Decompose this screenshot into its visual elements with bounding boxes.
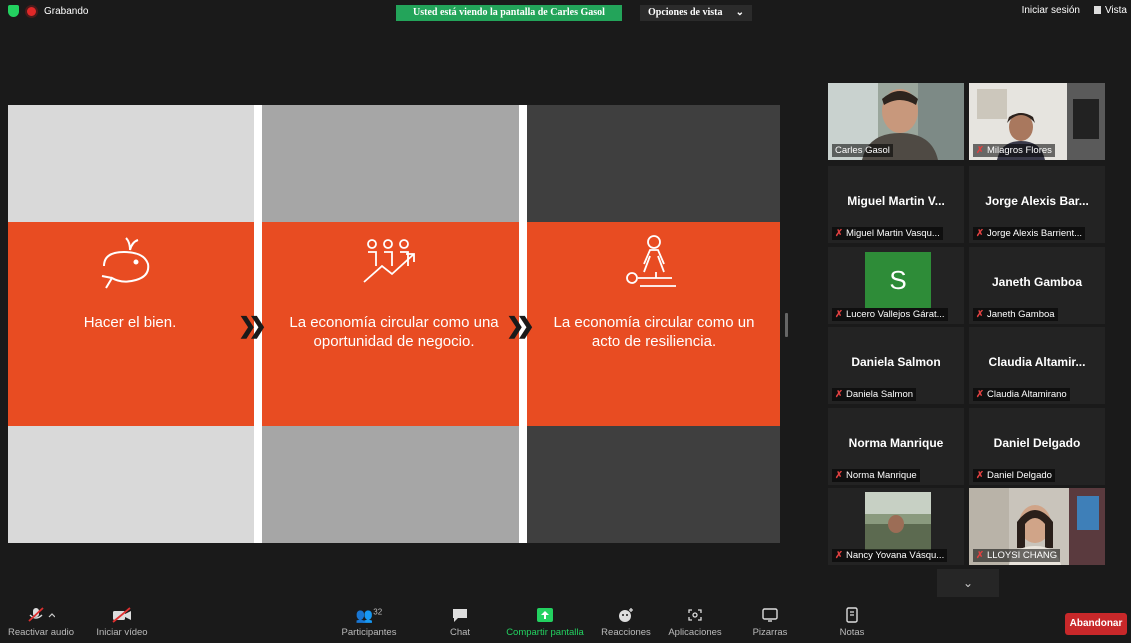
participant-display-name: Norma Manrique bbox=[848, 436, 944, 450]
notes-icon bbox=[846, 607, 858, 623]
participant-tile[interactable]: Daniela Salmon ✗ Daniela Salmon bbox=[828, 327, 964, 404]
mic-muted-icon: ✗ bbox=[835, 470, 843, 481]
gallery-scroll-down-button[interactable]: ⌄ bbox=[937, 569, 999, 597]
participant-display-name: Miguel Martin V... bbox=[847, 194, 945, 208]
participant-tile[interactable]: Daniel Delgado ✗ Daniel Delgado bbox=[969, 408, 1105, 485]
share-icon bbox=[537, 608, 553, 622]
participant-tile[interactable]: Janeth Gamboa ✗ Janeth Gamboa bbox=[969, 247, 1105, 324]
apps-button[interactable]: Aplicaciones bbox=[662, 607, 728, 638]
record-icon bbox=[27, 6, 36, 16]
mic-muted-icon: ✗ bbox=[976, 145, 984, 156]
chevron-down-icon: ⌄ bbox=[735, 7, 744, 18]
participants-label: Participantes bbox=[341, 627, 397, 638]
whiteboard-icon bbox=[762, 608, 778, 622]
participants-button[interactable]: 👥32 Participantes bbox=[334, 607, 404, 638]
grid-view-icon bbox=[1093, 6, 1101, 15]
mic-muted-icon: ✗ bbox=[976, 389, 984, 400]
whale-icon bbox=[101, 237, 150, 289]
participant-name-label: ✗ LLOYSI CHANG bbox=[973, 549, 1061, 562]
mic-muted-icon: ✗ bbox=[835, 309, 843, 320]
participant-name-label: ✗ Norma Manrique bbox=[832, 469, 920, 482]
participant-display-name: Jorge Alexis Bar... bbox=[985, 194, 1089, 208]
participant-tile[interactable]: Miguel Martin V... ✗ Miguel Martin Vasqu.… bbox=[828, 166, 964, 243]
chevron-right-icon: ❯❯ bbox=[506, 313, 535, 338]
shield-icon[interactable] bbox=[8, 5, 19, 17]
view-options-label: Opciones de vista bbox=[648, 7, 723, 18]
participant-name-label: ✗ Lucero Vallejos Gárat... bbox=[832, 308, 948, 321]
participant-display-name: Janeth Gamboa bbox=[991, 275, 1083, 289]
growth-people-icon bbox=[363, 239, 415, 283]
share-screen-label: Compartir pantalla bbox=[506, 627, 584, 638]
participant-name-label: ✗ Milagros Flores bbox=[973, 144, 1055, 157]
screen-share-banner: Usted está viendo la pantalla de Carles … bbox=[396, 5, 622, 21]
unmute-button[interactable]: Reactivar audio bbox=[6, 607, 76, 638]
meeting-top-bar: Grabando Usted está viendo la pantalla d… bbox=[0, 0, 1131, 24]
apps-label: Aplicaciones bbox=[668, 627, 722, 638]
participant-name-label: ✗ Miguel Martin Vasqu... bbox=[832, 227, 943, 240]
participant-tile[interactable]: Norma Manrique ✗ Norma Manrique bbox=[828, 408, 964, 485]
view-options-button[interactable]: Opciones de vista ⌄ bbox=[640, 5, 752, 21]
reactions-button[interactable]: Reacciones bbox=[596, 607, 656, 638]
participant-display-name: Daniel Delgado bbox=[993, 436, 1081, 450]
reactions-icon bbox=[619, 608, 633, 622]
participant-name-label: ✗ Nancy Yovana Vásqu... bbox=[832, 549, 948, 562]
chevron-right-icon: ❯❯ bbox=[238, 313, 267, 338]
chat-button[interactable]: Chat bbox=[440, 607, 480, 638]
avatar: S bbox=[865, 252, 931, 308]
chevron-down-icon: ⌄ bbox=[962, 576, 974, 590]
mic-muted-icon bbox=[28, 607, 55, 622]
mic-muted-icon: ✗ bbox=[835, 228, 843, 239]
participant-name-label: ✗ Jorge Alexis Barrient... bbox=[973, 227, 1086, 240]
whiteboards-button[interactable]: Pizarras bbox=[746, 607, 794, 638]
participant-tile[interactable]: Claudia Altamir... ✗ Claudia Altamirano bbox=[969, 327, 1105, 404]
participant-display-name: Claudia Altamir... bbox=[988, 355, 1086, 369]
participant-name-label: ✗ Daniela Salmon bbox=[832, 388, 917, 401]
leave-meeting-button[interactable]: Abandonar bbox=[1065, 613, 1127, 635]
participant-tile[interactable]: ✗ LLOYSI CHANG bbox=[969, 488, 1105, 565]
participant-tile[interactable]: Jorge Alexis Bar... ✗ Jorge Alexis Barrie… bbox=[969, 166, 1105, 243]
participants-icon: 👥32 bbox=[355, 607, 383, 623]
video-off-icon bbox=[112, 607, 131, 623]
apps-icon bbox=[688, 609, 702, 621]
splitter-handle[interactable] bbox=[785, 313, 788, 337]
mic-muted-icon: ✗ bbox=[835, 389, 843, 400]
view-label: Vista bbox=[1104, 5, 1127, 16]
participant-tile[interactable]: Carles Gasol bbox=[828, 83, 964, 160]
start-video-button[interactable]: Iniciar vídeo bbox=[88, 607, 156, 638]
slide-panel-text: La economía circular como un acto de res… bbox=[553, 314, 755, 350]
mic-muted-icon: ✗ bbox=[976, 550, 984, 561]
participant-name-label: ✗ Claudia Altamirano bbox=[973, 388, 1070, 401]
start-video-label: Iniciar vídeo bbox=[96, 627, 148, 638]
participant-display-name: Daniela Salmon bbox=[851, 355, 941, 369]
participant-tile[interactable]: ✗ Nancy Yovana Vásqu... bbox=[828, 488, 964, 565]
recording-label: Grabando bbox=[44, 5, 89, 17]
mic-muted-icon: ✗ bbox=[976, 470, 984, 481]
sign-in-button[interactable]: Iniciar sesión bbox=[1022, 5, 1080, 16]
cpr-icon bbox=[626, 235, 676, 287]
slide-panel-text: La economía circular como una oportunida… bbox=[289, 314, 499, 350]
meeting-toolbar: Reactivar audio Iniciar vídeo 👥32 Partic… bbox=[0, 603, 1131, 643]
recording-status: Grabando bbox=[8, 5, 88, 17]
view-button[interactable]: Vista bbox=[1093, 5, 1127, 16]
participant-tile[interactable]: S ✗ Lucero Vallejos Gárat... bbox=[828, 247, 964, 324]
chat-icon bbox=[453, 609, 467, 622]
mic-muted-icon: ✗ bbox=[976, 309, 984, 320]
reactions-label: Reacciones bbox=[601, 627, 651, 638]
share-screen-button[interactable]: Compartir pantalla bbox=[500, 607, 590, 638]
mic-muted-icon: ✗ bbox=[835, 550, 843, 561]
notes-label: Notas bbox=[839, 627, 865, 638]
mic-muted-icon: ✗ bbox=[976, 228, 984, 239]
participants-count: 32 bbox=[373, 607, 383, 617]
whiteboards-label: Pizarras bbox=[752, 627, 788, 638]
notes-button[interactable]: Notas bbox=[832, 607, 872, 638]
participant-name-label: Carles Gasol bbox=[832, 144, 893, 157]
unmute-label: Reactivar audio bbox=[7, 627, 74, 638]
slide-panel-text: Hacer el bien. bbox=[83, 314, 177, 331]
chat-label: Chat bbox=[449, 627, 471, 638]
participant-name-label: ✗ Janeth Gamboa bbox=[973, 308, 1058, 321]
participant-name-label: ✗ Daniel Delgado bbox=[973, 469, 1055, 482]
participant-tile[interactable]: ✗ Milagros Flores bbox=[969, 83, 1105, 160]
